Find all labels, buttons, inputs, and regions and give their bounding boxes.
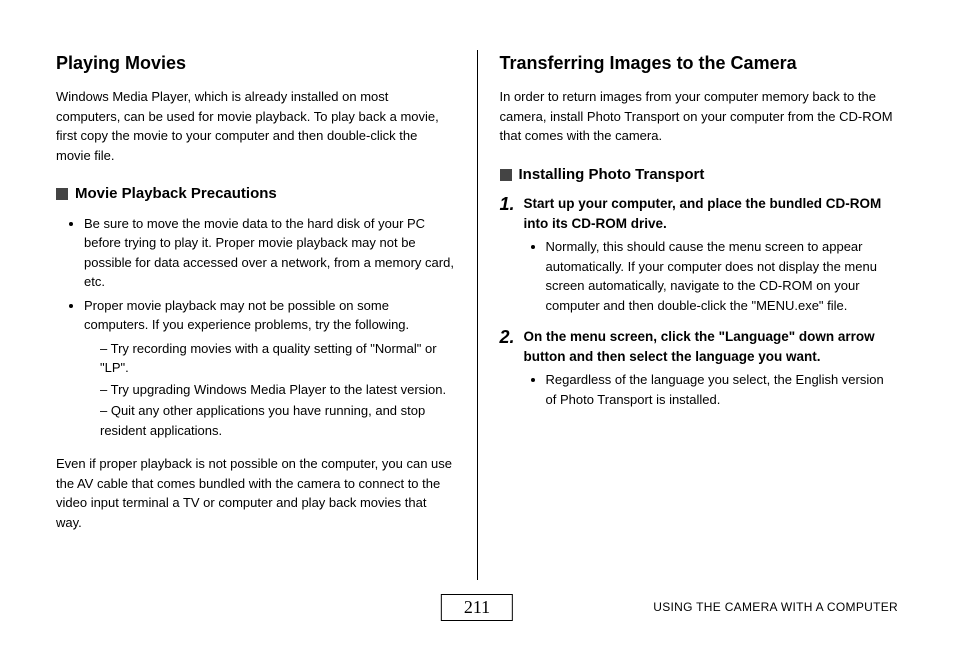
- right-subheading: Installing Photo Transport: [500, 164, 899, 187]
- step-head: On the menu screen, click the "Language"…: [524, 327, 899, 366]
- step-2: 2. On the menu screen, click the "Langua…: [500, 327, 899, 409]
- left-intro: Windows Media Player, which is already i…: [56, 87, 455, 165]
- list-item-text: Proper movie playback may not be possibl…: [84, 298, 409, 333]
- left-subheading: Movie Playback Precautions: [56, 183, 455, 206]
- left-column: Playing Movies Windows Media Player, whi…: [56, 50, 477, 580]
- right-subheading-text: Installing Photo Transport: [519, 164, 705, 187]
- sub-list: Try recording movies with a quality sett…: [84, 339, 455, 441]
- left-subheading-text: Movie Playback Precautions: [75, 183, 277, 206]
- manual-page: Playing Movies Windows Media Player, whi…: [0, 0, 954, 646]
- left-heading: Playing Movies: [56, 50, 455, 77]
- step-bullets: Normally, this should cause the menu scr…: [524, 237, 899, 315]
- list-item: Try upgrading Windows Media Player to th…: [100, 380, 455, 400]
- right-column: Transferring Images to the Camera In ord…: [477, 50, 899, 580]
- precautions-list: Be sure to move the movie data to the ha…: [56, 214, 455, 441]
- step-body: Start up your computer, and place the bu…: [524, 194, 899, 315]
- right-heading: Transferring Images to the Camera: [500, 50, 899, 77]
- two-column-layout: Playing Movies Windows Media Player, whi…: [56, 50, 898, 580]
- step-number: 1.: [500, 194, 518, 315]
- right-intro: In order to return images from your comp…: [500, 87, 899, 146]
- step-1: 1. Start up your computer, and place the…: [500, 194, 899, 315]
- step-body: On the menu screen, click the "Language"…: [524, 327, 899, 409]
- square-bullet-icon: [56, 188, 68, 200]
- page-number: 211: [441, 594, 513, 621]
- square-bullet-icon: [500, 169, 512, 181]
- step-head: Start up your computer, and place the bu…: [524, 194, 899, 233]
- list-item: Try recording movies with a quality sett…: [100, 339, 455, 378]
- left-closing: Even if proper playback is not possible …: [56, 454, 455, 532]
- footer-label: USING THE CAMERA WITH A COMPUTER: [653, 600, 898, 614]
- step-bullets: Regardless of the language you select, t…: [524, 370, 899, 409]
- list-item: Regardless of the language you select, t…: [546, 370, 899, 409]
- list-item: Quit any other applications you have run…: [100, 401, 455, 440]
- list-item: Proper movie playback may not be possibl…: [84, 296, 455, 441]
- step-number: 2.: [500, 327, 518, 409]
- page-footer: 211 USING THE CAMERA WITH A COMPUTER: [0, 594, 954, 630]
- list-item: Be sure to move the movie data to the ha…: [84, 214, 455, 292]
- list-item: Normally, this should cause the menu scr…: [546, 237, 899, 315]
